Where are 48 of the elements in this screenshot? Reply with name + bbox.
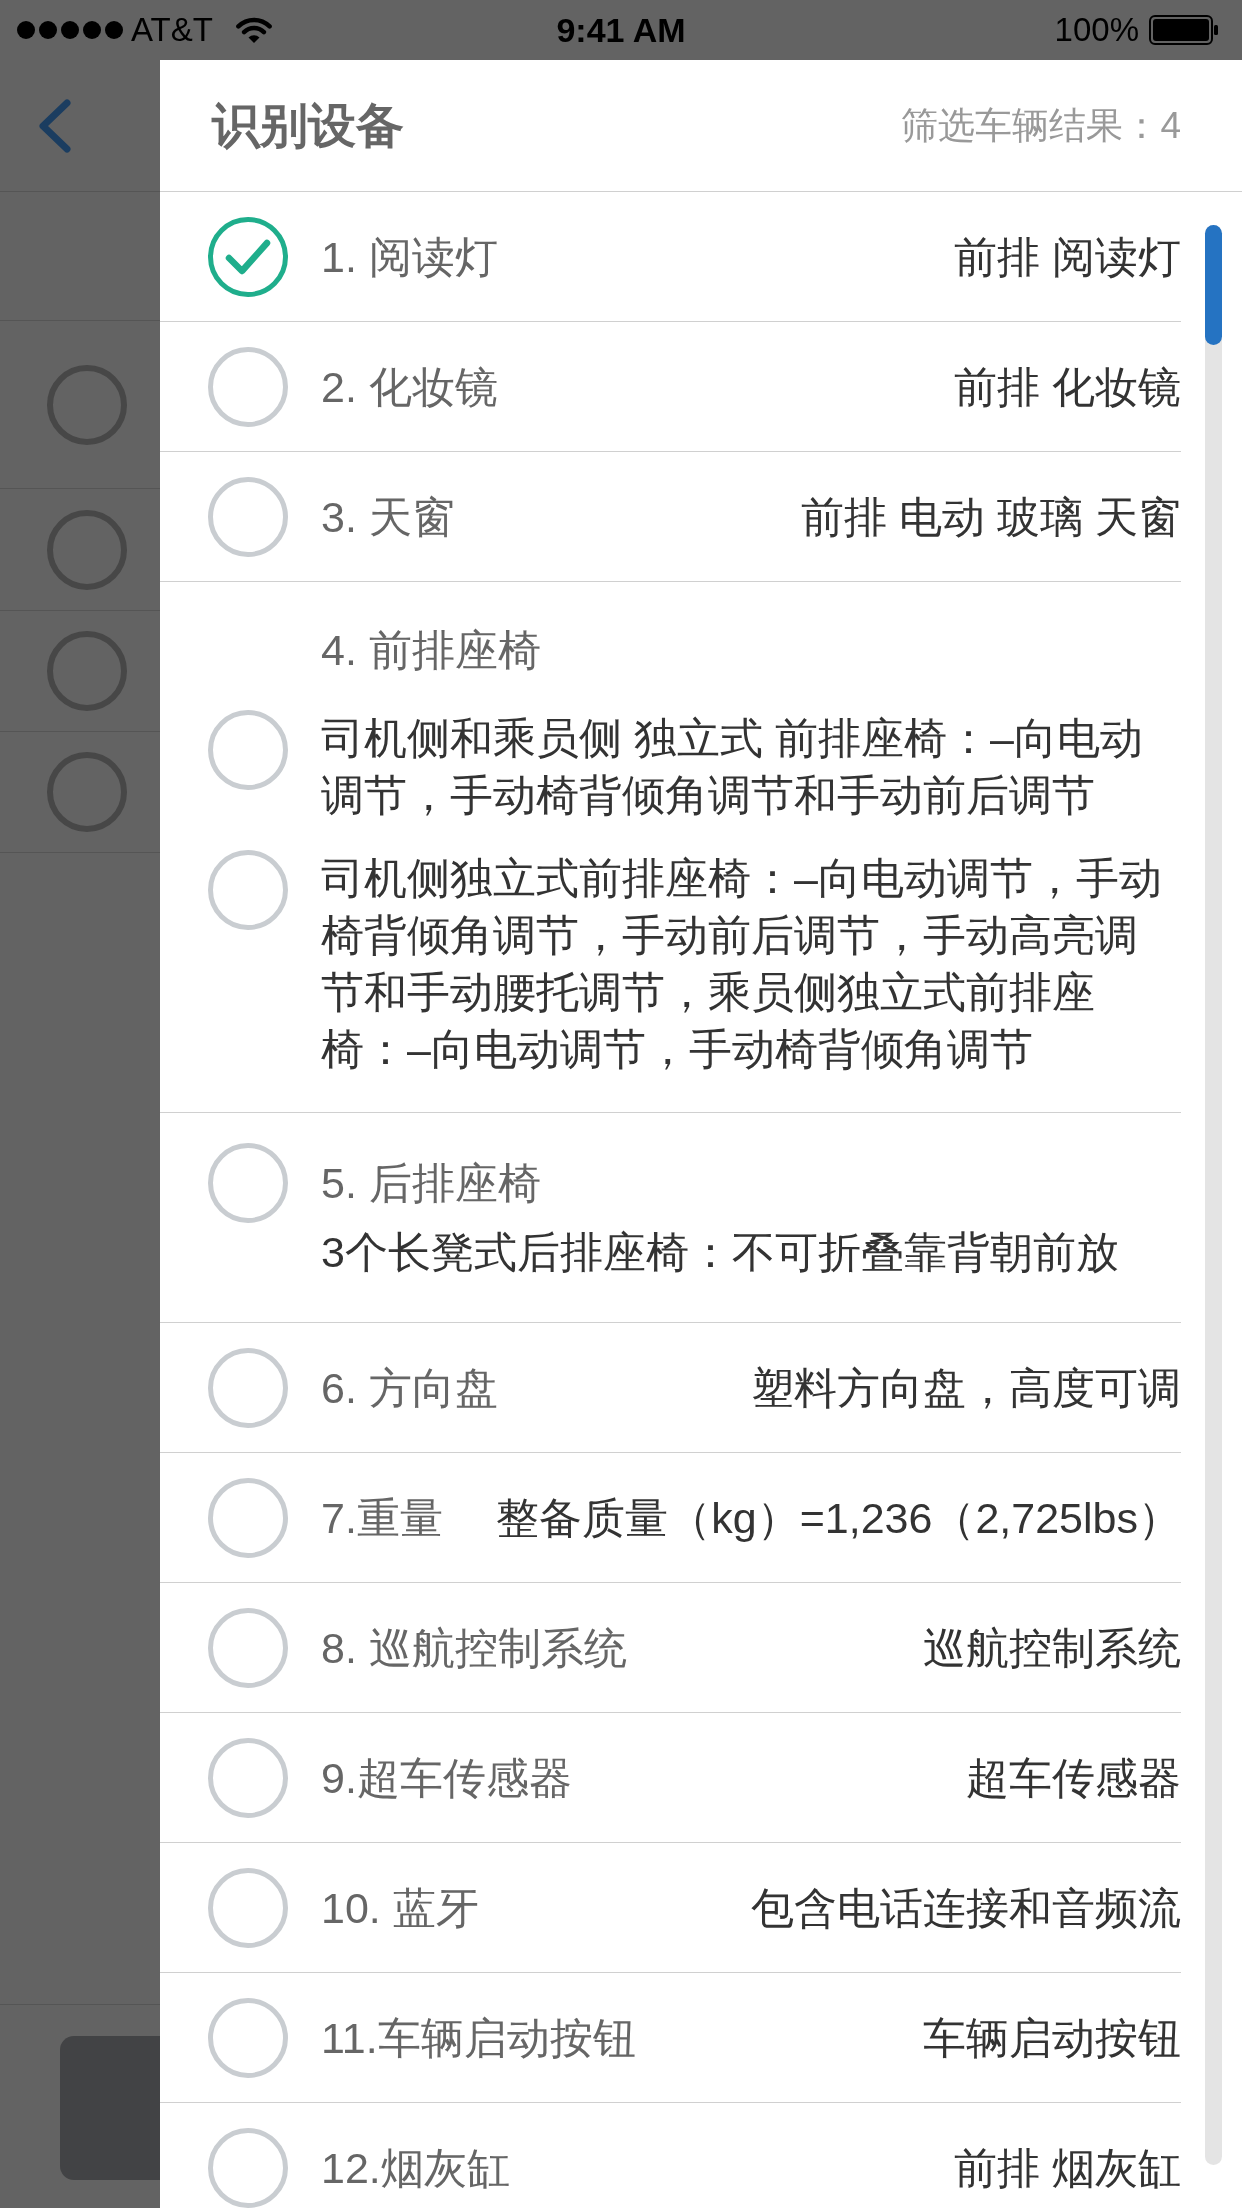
carrier-name: AT&T (131, 10, 213, 50)
radio-circle-icon[interactable] (208, 710, 288, 790)
item-label: 12.烟灰缸 (321, 2142, 510, 2194)
radio-circle-icon[interactable] (208, 1607, 288, 1688)
radio-circle-icon[interactable] (208, 1143, 288, 1223)
item-value: 前排 阅读灯 (954, 231, 1181, 283)
status-time: 9:41 AM (556, 10, 686, 50)
radio-circle-icon[interactable] (208, 1477, 288, 1558)
item-label: 7.重量 (321, 1492, 443, 1544)
item-value: 整备质量（kg）=1,236（2,725lbs） (496, 1492, 1181, 1544)
item-value: 车辆启动按钮 (923, 2012, 1181, 2064)
item-description: 3个长凳式后排座椅：不可折叠靠背朝前放 (321, 1227, 1119, 1278)
drawer-title: 识别设备 (212, 97, 404, 154)
item-value: 前排 烟灰缸 (954, 2142, 1181, 2194)
radio-circle-icon[interactable] (208, 1867, 288, 1948)
item-label: 2. 化妆镜 (321, 361, 498, 413)
item-label: 9.超车传感器 (321, 1752, 572, 1804)
check-circle-icon[interactable] (208, 216, 288, 297)
item-label: 6. 方向盘 (321, 1362, 498, 1414)
item-value: 巡航控制系统 (923, 1622, 1181, 1674)
item-label: 10. 蓝牙 (321, 1882, 479, 1934)
result-count: 筛选车辆结果：4 (901, 103, 1181, 148)
item-label: 5. 后排座椅 (321, 1158, 542, 1209)
item-label: 1. 阅读灯 (321, 231, 498, 283)
wifi-icon (234, 16, 273, 44)
battery-percent: 100% (1054, 10, 1139, 50)
radio-circle-icon[interactable] (208, 346, 288, 427)
option-text: 司机侧独立式前排座椅：–向电动调节，手动椅背倾角调节，手动前后调节，手动高亮调节和手动腰托调节，乘员侧独立式前排座椅：–向电动调节，手动椅背倾角调节 (321, 853, 1163, 1075)
back-icon[interactable] (36, 98, 72, 153)
option-text: 司机侧和乘员侧 独立式 前排座椅：–向电动调节，手动椅背倾角调节和手动前后调节 (321, 713, 1144, 821)
item-label: 4. 前排座椅 (321, 626, 541, 674)
radio-circle-icon[interactable] (208, 1347, 288, 1428)
item-value: 超车传感器 (966, 1752, 1181, 1804)
radio-circle-icon[interactable] (208, 476, 288, 557)
signal-dots-icon (17, 21, 123, 39)
item-label: 11.车辆启动按钮 (321, 2012, 636, 2064)
scrollbar-thumb[interactable] (1205, 225, 1222, 345)
item-label: 8. 巡航控制系统 (321, 1622, 627, 1674)
radio-circle-icon[interactable] (208, 2127, 288, 2208)
radio-circle-icon[interactable] (208, 1997, 288, 2078)
battery-icon (1149, 15, 1219, 45)
item-value: 前排 电动 玻璃 天窗 (801, 491, 1181, 543)
item-value: 包含电话连接和音频流 (751, 1882, 1181, 1934)
item-value: 前排 化妆镜 (954, 361, 1181, 413)
item-label: 3. 天窗 (321, 491, 455, 543)
radio-circle-icon[interactable] (208, 1737, 288, 1818)
item-value: 塑料方向盘，高度可调 (751, 1362, 1181, 1414)
radio-circle-icon[interactable] (208, 850, 288, 930)
